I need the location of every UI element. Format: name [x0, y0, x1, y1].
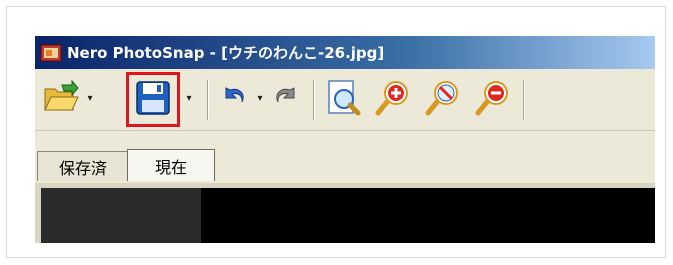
tab-strip: 保存済 現在: [35, 149, 655, 181]
folder-open-icon: [44, 79, 79, 111]
open-button[interactable]: [41, 78, 81, 118]
undo-dropdown[interactable]: ▾: [255, 88, 265, 108]
tab-current[interactable]: 現在: [127, 149, 215, 181]
toolbar-separator: [523, 80, 525, 120]
save-dropdown[interactable]: ▾: [184, 88, 194, 108]
preview-button[interactable]: [323, 78, 363, 118]
zoom-in-icon: [375, 81, 408, 116]
zoom-out-button[interactable]: [473, 78, 513, 118]
window-title: Nero PhotoSnap - [ウチのわんこ-26.jpg]: [67, 44, 385, 62]
image-preview-left: [41, 188, 201, 243]
chevron-down-icon: ▾: [186, 92, 192, 104]
zoom-fit-icon: [425, 81, 458, 116]
chevron-down-icon: ▾: [87, 92, 93, 104]
title-bar[interactable]: Nero PhotoSnap - [ウチのわんこ-26.jpg]: [35, 36, 655, 69]
chevron-down-icon: ▾: [257, 92, 263, 104]
open-dropdown[interactable]: ▾: [85, 88, 95, 108]
image-preview-main: [201, 188, 655, 243]
undo-button[interactable]: [217, 78, 251, 118]
zoom-fit-button[interactable]: [423, 78, 463, 118]
toolbar-separator: [313, 80, 315, 120]
save-button-highlight: [126, 72, 180, 127]
tab-label: 保存済: [58, 158, 107, 178]
image-viewer[interactable]: [35, 183, 655, 243]
zoom-in-button[interactable]: [373, 78, 413, 118]
redo-icon: [276, 87, 295, 103]
page-preview-icon: [328, 80, 361, 116]
app-icon: [40, 44, 62, 61]
toolbar: ▾ ▾ ▾: [35, 70, 655, 131]
app-window: Nero PhotoSnap - [ウチのわんこ-26.jpg] ▾ ▾ ▾ 保…: [35, 36, 655, 243]
toolbar-separator: [207, 80, 209, 120]
undo-icon: [225, 87, 244, 103]
tab-saved[interactable]: 保存済: [37, 151, 129, 181]
zoom-out-icon: [475, 81, 508, 116]
redo-button[interactable]: [269, 78, 303, 118]
tab-label: 現在: [154, 157, 187, 177]
